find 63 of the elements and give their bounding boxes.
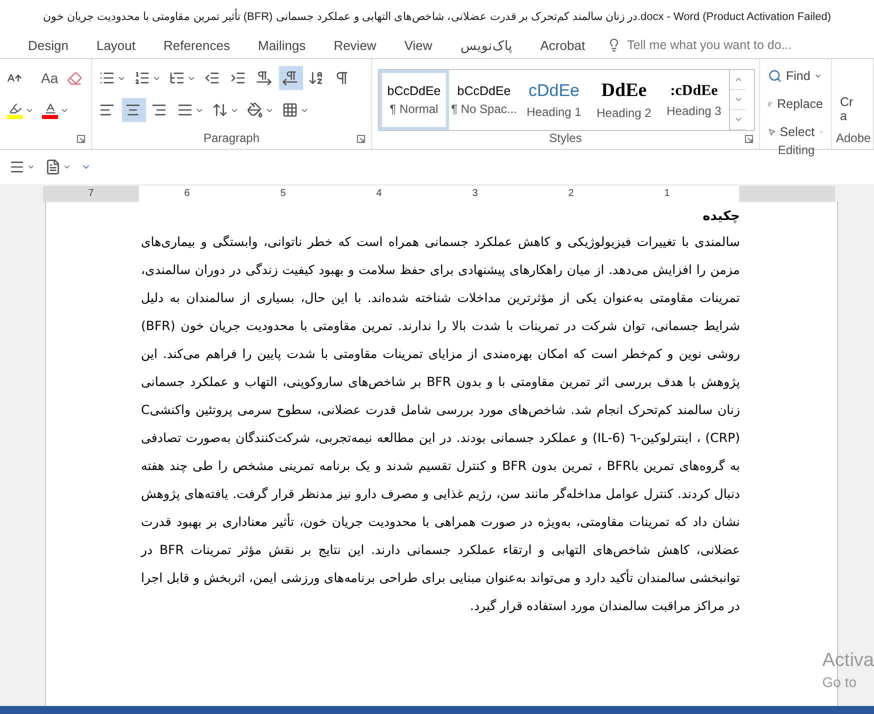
- change-case-button[interactable]: Aa: [38, 66, 62, 90]
- find-button[interactable]: Find: [764, 65, 827, 87]
- ruler-number: 4: [375, 187, 383, 201]
- align-center-button[interactable]: [122, 98, 146, 122]
- eraser-icon: [67, 70, 82, 86]
- numbered-list-icon: [134, 70, 150, 86]
- paint-bucket-icon: [247, 102, 263, 118]
- ribbon-tab[interactable]: References: [150, 34, 244, 56]
- pilcrow-icon: [334, 70, 350, 86]
- ribbon-tab[interactable]: Acrobat: [526, 34, 600, 56]
- outdent-icon: [204, 70, 220, 86]
- ruler-number: 5: [279, 187, 287, 201]
- borders-icon: [282, 102, 298, 118]
- section-heading: چکیده: [702, 208, 740, 226]
- ribbon-tab[interactable]: Design: [14, 34, 82, 56]
- ruler-number: 1: [663, 187, 671, 201]
- bullet-list-icon: [99, 70, 115, 86]
- activation-notice: Activa: [822, 650, 874, 672]
- search-icon: [768, 69, 782, 83]
- multilevel-list-icon: [169, 70, 185, 86]
- caret-icon: [63, 163, 71, 171]
- dialog-launcher-icon[interactable]: [357, 135, 365, 143]
- replace-button[interactable]: Replace: [764, 93, 827, 115]
- sort-icon: [308, 70, 324, 86]
- highlighter-icon: [8, 102, 22, 114]
- ribbon-tab[interactable]: View: [390, 34, 446, 56]
- group-label: Editing: [778, 143, 813, 157]
- ruler-number: 7: [87, 187, 95, 201]
- body-paragraph: سالمندی با تغییرات فیزیولوژیکی و کاهش عملکرد جسمانی همراه است که خطر ناتوانی، وابستگی و بیماری‌های مزمن را افزایش می‌دهد. از میان راهکارهای پیشنهادی برای حفظ سلامت و بهبود کیفیت زندگی در دوران سالمندی، تمرینات مقاومتی به‌عنوان یکی از مؤثرترین مداخلات شناخته شده‌اند. با این حال، بسیاری از سالمندان به دلیل شرایط جسمانی، توان شرکت در تمرینات با شدت بالا را ندارند. تمرین مقاومتی با محدودیت جریان خون (BFR) روشی نوین و کم‌خطر است که امکان بهره‌مندی از مزایای تمرینات مقاومتی با شدت پایین را فراهم می‌کند. این پژوهش با هدف بررسی اثر تمرین مقاومتی با و بدون BFR بر شاخص‌های ساروکوپنی، التهاب و عملکرد جسمانی زنان سالمند کم‌تحرک انجام شد. شاخص‌های مورد بررسی شامل قدرت عضلانی، سطوح سرمی پروتئین واکنشیC (CRP) ، اینترلوکین-٦ (IL-6) و عملکرد جسمانی بودند. در این مطالعه نیمه‌تجربی، شرکت‌کنندگان به‌صورت تصادفی به گروه‌های تمرین باBFR ، تمرین بدون BFR و کنترل تقسیم شدند و یک برنامه تمرینی مشخص را طی چند هفته دنبال کردند. کنترل عوامل مداخله‌گر مانند سن، رژیم غذایی و مصرف دارو نیز مدنظر قرار گرفت. یافته‌های پژوهش نشان داد که تمرینات مقاومتی، به‌ویژه در صورت همراهی با محدودیت جریان خون، تأثیر معناداری بر بهبود قدرت عضلانی، کاهش شاخص‌های التهابی و ارتقاء عملکرد جسمانی دارند. این نتایج بر نقش مؤثر تمرینات BFR در توانبخشی سالمندان تأکید دارد و می‌تواند به‌عنوان مبنایی برای طراحی برنامه‌های ورزشی ایمن، اثربخش و قابل اجرا در مراکز مراقبت سالمندان مورد استفاده قرار گیرد.: [141, 233, 740, 615]
- ruler[interactable]: 7 6 5 4 3 2 1: [43, 186, 835, 202]
- style-item[interactable]: bCcDdEe ¶ Normal: [379, 70, 449, 130]
- justify-icon: [177, 102, 193, 118]
- dialog-launcher-icon[interactable]: [745, 135, 753, 143]
- tell-me-field[interactable]: Tell me what you want to do...: [625, 37, 820, 53]
- pilcrow-left-icon: [282, 70, 298, 86]
- ribbon-tab[interactable]: پاک‌نویس: [446, 34, 526, 56]
- line-spacing-icon: [212, 102, 228, 118]
- align-right-icon: [151, 102, 167, 118]
- ruler-number: 2: [567, 187, 575, 201]
- align-center-icon: [125, 102, 141, 118]
- activation-notice: Go to: [822, 674, 858, 690]
- caret-icon: [814, 72, 822, 80]
- select-button[interactable]: Select: [764, 121, 827, 143]
- rtl-button[interactable]: [279, 66, 303, 90]
- indent-icon: [230, 70, 246, 86]
- adobe-create-button[interactable]: Cr a: [832, 65, 873, 131]
- ribbon-tab[interactable]: Review: [320, 34, 390, 56]
- page-icon: [45, 159, 61, 175]
- caret-icon: [27, 163, 35, 171]
- align-left-icon: [99, 102, 115, 118]
- group-label: Styles: [548, 131, 583, 148]
- ruler-number: 3: [471, 187, 479, 201]
- ribbon-tab[interactable]: Layout: [82, 34, 150, 56]
- group-label: Adobe: [835, 131, 872, 147]
- lines-icon: [9, 159, 25, 175]
- dialog-launcher-icon[interactable]: [77, 135, 85, 143]
- caret-icon: [818, 128, 823, 136]
- pilcrow-right-icon: [256, 70, 272, 86]
- window-title: تأثیر تمرین مقاومتی با محدودیت جریان خون (BFR) در زنان سالمند کم‌تحرک بر قدرت عضلانی، شاخص‌های التهابی و عملکرد جسمانی.docx - Word (Product Activation Failed): [42, 10, 832, 22]
- ribbon-tab[interactable]: Mailings: [244, 34, 320, 56]
- ruler-number: 6: [183, 187, 191, 201]
- group-label: Paragraph: [202, 131, 261, 147]
- letter-a-icon: [44, 102, 56, 114]
